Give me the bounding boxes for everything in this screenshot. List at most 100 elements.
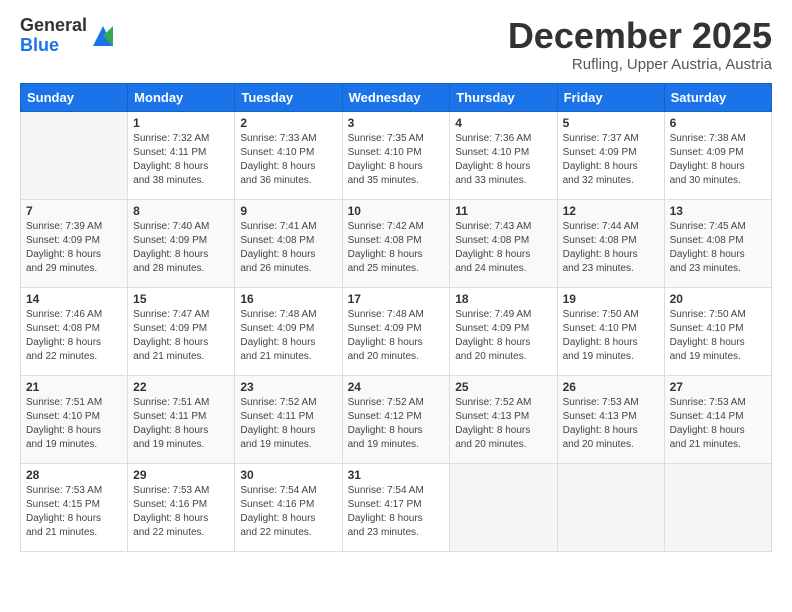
calendar-cell: 17Sunrise: 7:48 AM Sunset: 4:09 PM Dayli… bbox=[342, 287, 450, 375]
day-info: Sunrise: 7:37 AM Sunset: 4:09 PM Dayligh… bbox=[563, 132, 659, 188]
day-info: Sunrise: 7:50 AM Sunset: 4:10 PM Dayligh… bbox=[563, 308, 659, 364]
col-monday: Monday bbox=[128, 83, 235, 111]
calendar-cell: 9 Sunrise: 7:41 AM Sunset: 4:08 PM Daylig… bbox=[235, 199, 342, 287]
day-number: 21 bbox=[26, 380, 122, 394]
day-number: 5 bbox=[563, 116, 659, 130]
calendar-cell: 15 Sunrise: 7:47 AM Sunset: 4:09 PM Dayli… bbox=[128, 287, 235, 375]
title-block: December 2025 Rufling, Upper Austria, Au… bbox=[508, 16, 772, 73]
calendar-cell bbox=[664, 463, 771, 551]
calendar-cell: 8Sunrise: 7:40 AM Sunset: 4:09 PM Daylig… bbox=[128, 199, 235, 287]
calendar-cell: 7 Sunrise: 7:39 AM Sunset: 4:09 PM Daylig… bbox=[21, 199, 128, 287]
day-number: 13 bbox=[670, 204, 766, 218]
calendar-cell: 10Sunrise: 7:42 AM Sunset: 4:08 PM Dayli… bbox=[342, 199, 450, 287]
calendar-cell: 1 Sunrise: 7:32 AM Sunset: 4:11 PM Daylig… bbox=[128, 111, 235, 199]
day-number: 23 bbox=[240, 380, 336, 394]
calendar-cell bbox=[450, 463, 557, 551]
day-info: Sunrise: 7:43 AM Sunset: 4:08 PM Dayligh… bbox=[455, 220, 551, 276]
day-number: 14 bbox=[26, 292, 122, 306]
day-info: Sunrise: 7:47 AM Sunset: 4:09 PM Dayligh… bbox=[133, 308, 229, 364]
day-info: Sunrise: 7:36 AM Sunset: 4:10 PM Dayligh… bbox=[455, 132, 551, 188]
day-number: 26 bbox=[563, 380, 659, 394]
day-info: Sunrise: 7:38 AM Sunset: 4:09 PM Dayligh… bbox=[670, 132, 766, 188]
day-number: 18 bbox=[455, 292, 551, 306]
day-number: 29 bbox=[133, 468, 229, 482]
day-number: 1 bbox=[133, 116, 229, 130]
day-number: 2 bbox=[240, 116, 336, 130]
day-info: Sunrise: 7:51 AM Sunset: 4:11 PM Dayligh… bbox=[133, 396, 229, 452]
calendar-cell: 23 Sunrise: 7:52 AM Sunset: 4:11 PM Dayli… bbox=[235, 375, 342, 463]
col-friday: Friday bbox=[557, 83, 664, 111]
day-info: Sunrise: 7:45 AM Sunset: 4:08 PM Dayligh… bbox=[670, 220, 766, 276]
day-number: 8 bbox=[133, 204, 229, 218]
calendar-cell: 12 Sunrise: 7:44 AM Sunset: 4:08 PM Dayli… bbox=[557, 199, 664, 287]
location: Rufling, Upper Austria, Austria bbox=[508, 56, 772, 73]
calendar-cell: 20 Sunrise: 7:50 AM Sunset: 4:10 PM Dayli… bbox=[664, 287, 771, 375]
day-info: Sunrise: 7:52 AM Sunset: 4:11 PM Dayligh… bbox=[240, 396, 336, 452]
day-info: Sunrise: 7:35 AM Sunset: 4:10 PM Dayligh… bbox=[348, 132, 445, 188]
day-info: Sunrise: 7:50 AM Sunset: 4:10 PM Dayligh… bbox=[670, 308, 766, 364]
calendar-cell: 6 Sunrise: 7:38 AM Sunset: 4:09 PM Daylig… bbox=[664, 111, 771, 199]
day-info: Sunrise: 7:52 AM Sunset: 4:13 PM Dayligh… bbox=[455, 396, 551, 452]
day-number: 30 bbox=[240, 468, 336, 482]
day-number: 31 bbox=[348, 468, 445, 482]
day-info: Sunrise: 7:53 AM Sunset: 4:15 PM Dayligh… bbox=[26, 484, 122, 540]
calendar-cell bbox=[557, 463, 664, 551]
calendar-cell: 29 Sunrise: 7:53 AM Sunset: 4:16 PM Dayli… bbox=[128, 463, 235, 551]
calendar-cell: 2 Sunrise: 7:33 AM Sunset: 4:10 PM Daylig… bbox=[235, 111, 342, 199]
calendar-cell: 16 Sunrise: 7:48 AM Sunset: 4:09 PM Dayli… bbox=[235, 287, 342, 375]
day-info: Sunrise: 7:51 AM Sunset: 4:10 PM Dayligh… bbox=[26, 396, 122, 452]
col-saturday: Saturday bbox=[664, 83, 771, 111]
col-sunday: Sunday bbox=[21, 83, 128, 111]
calendar-cell: 25 Sunrise: 7:52 AM Sunset: 4:13 PM Dayli… bbox=[450, 375, 557, 463]
col-wednesday: Wednesday bbox=[342, 83, 450, 111]
calendar-cell: 5 Sunrise: 7:37 AM Sunset: 4:09 PM Daylig… bbox=[557, 111, 664, 199]
day-number: 12 bbox=[563, 204, 659, 218]
col-thursday: Thursday bbox=[450, 83, 557, 111]
day-number: 7 bbox=[26, 204, 122, 218]
day-number: 28 bbox=[26, 468, 122, 482]
calendar-week-3: 21 Sunrise: 7:51 AM Sunset: 4:10 PM Dayli… bbox=[21, 375, 772, 463]
day-number: 4 bbox=[455, 116, 551, 130]
calendar-cell: 27Sunrise: 7:53 AM Sunset: 4:14 PM Dayli… bbox=[664, 375, 771, 463]
calendar-week-1: 7 Sunrise: 7:39 AM Sunset: 4:09 PM Daylig… bbox=[21, 199, 772, 287]
calendar-cell: 19 Sunrise: 7:50 AM Sunset: 4:10 PM Dayli… bbox=[557, 287, 664, 375]
day-number: 27 bbox=[670, 380, 766, 394]
day-info: Sunrise: 7:46 AM Sunset: 4:08 PM Dayligh… bbox=[26, 308, 122, 364]
calendar-header-row: Sunday Monday Tuesday Wednesday Thursday… bbox=[21, 83, 772, 111]
day-number: 9 bbox=[240, 204, 336, 218]
day-number: 6 bbox=[670, 116, 766, 130]
day-info: Sunrise: 7:44 AM Sunset: 4:08 PM Dayligh… bbox=[563, 220, 659, 276]
calendar-cell: 21 Sunrise: 7:51 AM Sunset: 4:10 PM Dayli… bbox=[21, 375, 128, 463]
col-tuesday: Tuesday bbox=[235, 83, 342, 111]
day-number: 20 bbox=[670, 292, 766, 306]
day-number: 22 bbox=[133, 380, 229, 394]
calendar-cell: 18 Sunrise: 7:49 AM Sunset: 4:09 PM Dayli… bbox=[450, 287, 557, 375]
calendar-table: Sunday Monday Tuesday Wednesday Thursday… bbox=[20, 83, 772, 552]
calendar-cell: 31 Sunrise: 7:54 AM Sunset: 4:17 PM Dayli… bbox=[342, 463, 450, 551]
calendar-cell: 11Sunrise: 7:43 AM Sunset: 4:08 PM Dayli… bbox=[450, 199, 557, 287]
calendar-cell: 24Sunrise: 7:52 AM Sunset: 4:12 PM Dayli… bbox=[342, 375, 450, 463]
day-number: 15 bbox=[133, 292, 229, 306]
day-info: Sunrise: 7:39 AM Sunset: 4:09 PM Dayligh… bbox=[26, 220, 122, 276]
logo-icon bbox=[89, 22, 117, 50]
day-info: Sunrise: 7:41 AM Sunset: 4:08 PM Dayligh… bbox=[240, 220, 336, 276]
day-info: Sunrise: 7:54 AM Sunset: 4:16 PM Dayligh… bbox=[240, 484, 336, 540]
logo-blue: Blue bbox=[20, 36, 87, 56]
calendar-cell: 13 Sunrise: 7:45 AM Sunset: 4:08 PM Dayli… bbox=[664, 199, 771, 287]
day-number: 16 bbox=[240, 292, 336, 306]
day-number: 17 bbox=[348, 292, 445, 306]
header: General Blue December 2025 Rufling, Uppe… bbox=[20, 16, 772, 73]
day-number: 3 bbox=[348, 116, 445, 130]
day-info: Sunrise: 7:32 AM Sunset: 4:11 PM Dayligh… bbox=[133, 132, 229, 188]
logo-general: General bbox=[20, 16, 87, 36]
day-info: Sunrise: 7:48 AM Sunset: 4:09 PM Dayligh… bbox=[240, 308, 336, 364]
day-info: Sunrise: 7:49 AM Sunset: 4:09 PM Dayligh… bbox=[455, 308, 551, 364]
day-number: 19 bbox=[563, 292, 659, 306]
day-info: Sunrise: 7:54 AM Sunset: 4:17 PM Dayligh… bbox=[348, 484, 445, 540]
day-number: 25 bbox=[455, 380, 551, 394]
day-info: Sunrise: 7:42 AM Sunset: 4:08 PM Dayligh… bbox=[348, 220, 445, 276]
day-info: Sunrise: 7:33 AM Sunset: 4:10 PM Dayligh… bbox=[240, 132, 336, 188]
day-info: Sunrise: 7:53 AM Sunset: 4:16 PM Dayligh… bbox=[133, 484, 229, 540]
calendar-cell: 4 Sunrise: 7:36 AM Sunset: 4:10 PM Daylig… bbox=[450, 111, 557, 199]
calendar-cell: 28 Sunrise: 7:53 AM Sunset: 4:15 PM Dayli… bbox=[21, 463, 128, 551]
